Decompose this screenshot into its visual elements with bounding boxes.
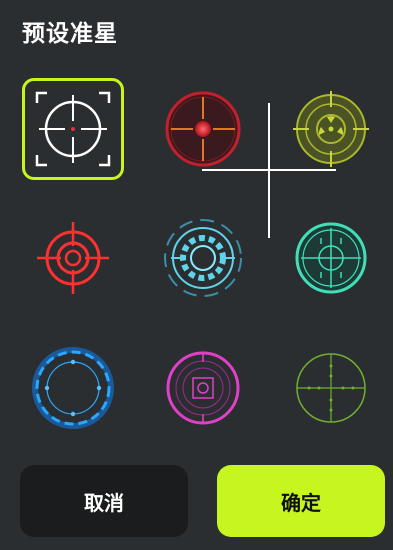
page-title: 预设准星 <box>22 21 118 47</box>
bracket-crosshair-icon <box>35 91 111 167</box>
crosshair-option-teal-scope[interactable] <box>280 207 382 309</box>
crosshair-option-blue-dashed-ring[interactable] <box>22 337 124 439</box>
teal-scope-icon <box>295 222 367 294</box>
confirm-button[interactable]: 确定 <box>217 465 385 537</box>
crosshair-option-classic-bracket[interactable] <box>22 78 124 180</box>
crosshair-option-green-mil-dot[interactable] <box>280 337 382 439</box>
crosshair-option-magenta-ring[interactable] <box>152 337 254 439</box>
olive-radar-icon <box>293 91 369 167</box>
cyan-gear-icon <box>164 219 242 297</box>
green-mil-dot-icon <box>296 353 366 423</box>
blue-dashed-ring-icon <box>32 347 114 429</box>
cancel-button[interactable]: 取消 <box>20 465 188 537</box>
red-dot-scope-icon <box>165 91 241 167</box>
red-target-icon <box>37 222 109 294</box>
crosshair-option-olive-radar[interactable] <box>280 78 382 180</box>
crosshair-option-red-target[interactable] <box>22 207 124 309</box>
crosshair-option-red-dot-scope[interactable] <box>152 78 254 180</box>
crosshair-option-cyan-gear[interactable] <box>152 207 254 309</box>
magenta-ring-icon <box>166 351 240 425</box>
